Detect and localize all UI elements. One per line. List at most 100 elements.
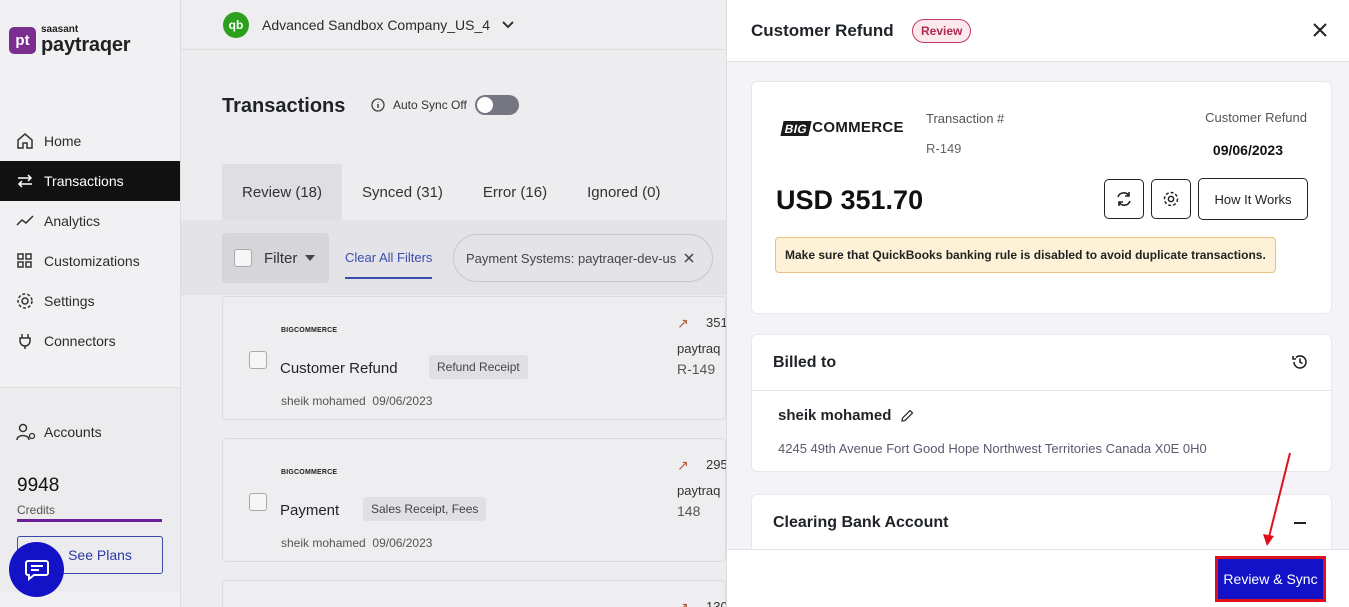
filter-chip: Payment Systems: paytraqer-dev-us (453, 234, 713, 282)
card-meta: sheik mohamed 09/06/2023 (281, 394, 432, 408)
how-it-works-button[interactable]: How It Works (1198, 178, 1308, 220)
edit-icon[interactable] (900, 409, 914, 423)
transaction-card[interactable]: BIGCOMMERCE Payment Sales Receipt, Fees … (222, 438, 728, 562)
customer-name-text: sheik mohamed (778, 407, 892, 424)
bigcommerce-logo: BIGCOMMERCE (281, 327, 338, 334)
card-amount: 351 (706, 315, 728, 330)
credits-value: 9948 (17, 475, 60, 496)
logo-rest: COMMERCE (812, 119, 904, 136)
tab-review[interactable]: Review (18) (222, 164, 343, 220)
sidebar-item-home[interactable]: Home (0, 121, 180, 161)
arrow-up-right-icon: ↗ (677, 599, 689, 607)
app-logo[interactable]: pt saasant paytraqer (9, 25, 131, 56)
sidebar-item-transactions[interactable]: Transactions (0, 161, 180, 201)
row-checkbox[interactable] (249, 493, 267, 511)
sidebar-nav: Home Transactions Analytics Customizatio… (0, 121, 180, 361)
bigcommerce-logo: BIG COMMERCE (780, 119, 904, 136)
select-all-checkbox[interactable] (234, 249, 252, 267)
filter-bar: Filter Clear All Filters Payment Systems… (181, 220, 726, 295)
quickbooks-logo: qb (223, 12, 249, 38)
auto-sync-toggle[interactable] (474, 95, 519, 115)
arrow-up-right-icon: ↗ (677, 315, 689, 331)
clearing-account-card: Clearing Bank Account (751, 494, 1332, 554)
card-meta: sheik mohamed 09/06/2023 (281, 536, 432, 550)
filter-button[interactable]: Filter (222, 233, 329, 283)
arrows-icon (16, 172, 36, 190)
card-date: 09/06/2023 (372, 536, 433, 550)
sidebar-item-label: Home (44, 133, 82, 149)
card-date: 09/06/2023 (372, 394, 433, 408)
close-panel-button[interactable] (1311, 21, 1329, 39)
card-amount: 130 (706, 599, 728, 607)
sidebar-item-label: Transactions (44, 173, 124, 189)
refresh-icon (1115, 190, 1133, 208)
review-sync-button[interactable]: Review & Sync (1215, 556, 1326, 602)
sidebar-item-customizations[interactable]: Customizations (0, 241, 180, 281)
refresh-button[interactable] (1104, 179, 1144, 219)
card-title: Customer Refund (280, 360, 398, 377)
gear-icon (16, 292, 36, 310)
transaction-amount: USD 351.70 (776, 185, 924, 215)
transaction-number-value: R-149 (926, 141, 962, 156)
card-system: paytraq (677, 483, 721, 498)
user-gear-icon (16, 422, 36, 442)
chat-icon (24, 559, 49, 581)
divider (752, 390, 1331, 391)
sidebar-item-connectors[interactable]: Connectors (0, 321, 180, 361)
logo-big-text: paytraqer (41, 34, 131, 56)
top-bar: qb Advanced Sandbox Company_US_4 (181, 0, 726, 50)
tab-synced[interactable]: Synced (31) (342, 164, 463, 220)
billed-to-card: Billed to sheik mohamed 4245 49th Avenue… (751, 334, 1332, 472)
chat-button[interactable] (9, 542, 64, 597)
tab-error[interactable]: Error (16) (463, 164, 567, 220)
home-icon (16, 132, 36, 150)
transaction-card[interactable]: ↗ 130 (222, 580, 728, 607)
transaction-type-label: Customer Refund (1205, 110, 1307, 125)
clear-filters-link[interactable]: Clear All Filters (345, 250, 433, 279)
transaction-number-label: Transaction # (926, 111, 1005, 126)
collapse-icon[interactable] (1293, 521, 1307, 525)
sidebar-item-label: Connectors (44, 333, 116, 349)
transaction-card[interactable]: BIGCOMMERCE Customer Refund Refund Recei… (222, 296, 728, 420)
status-badge: Review (912, 19, 972, 43)
card-system: paytraq (677, 341, 721, 356)
history-icon[interactable] (1291, 353, 1309, 371)
warning-banner: Make sure that QuickBooks banking rule i… (775, 237, 1276, 273)
row-checkbox[interactable] (249, 351, 267, 369)
panel-header: Customer Refund Review (727, 0, 1349, 62)
info-icon[interactable] (371, 98, 385, 112)
chevron-down-icon (502, 21, 514, 29)
card-user: sheik mohamed (281, 536, 366, 550)
card-title: Payment (280, 502, 340, 519)
billed-to-title: Billed to (773, 354, 837, 371)
sidebar-item-accounts[interactable]: Accounts (16, 422, 102, 442)
close-icon (1311, 21, 1329, 39)
sidebar-item-label: Settings (44, 293, 95, 309)
logo-tag: BIG (780, 121, 812, 136)
sidebar-item-settings[interactable]: Settings (0, 281, 180, 321)
panel-title: Customer Refund (751, 21, 894, 40)
summary-card: BIG COMMERCE Transaction # R-149 Custome… (751, 81, 1332, 314)
card-ref: 148 (677, 503, 701, 519)
logo-mark: pt (9, 26, 36, 54)
caret-down-icon (305, 255, 316, 261)
settings-button[interactable] (1151, 179, 1191, 219)
close-icon[interactable] (684, 253, 694, 263)
bigcommerce-logo: BIGCOMMERCE (281, 469, 338, 476)
company-name: Advanced Sandbox Company_US_4 (262, 17, 491, 33)
sidebar-item-analytics[interactable]: Analytics (0, 201, 180, 241)
sidebar: pt saasant paytraqer Home Transactions A… (0, 0, 181, 607)
card-ref: R-149 (677, 361, 716, 377)
grid-icon (16, 252, 36, 270)
filter-label: Filter (264, 249, 298, 267)
clearing-account-title: Clearing Bank Account (773, 514, 949, 531)
transaction-date: 09/06/2023 (1212, 142, 1283, 158)
company-selector[interactable]: qb Advanced Sandbox Company_US_4 (223, 12, 514, 38)
filter-chip-label: Payment Systems: paytraqer-dev-us (466, 250, 677, 266)
card-tag: Refund Receipt (429, 355, 528, 379)
gear-icon (1162, 190, 1180, 208)
sidebar-item-label: Analytics (44, 213, 101, 229)
customer-name: sheik mohamed (778, 407, 914, 424)
tab-ignored[interactable]: Ignored (0) (567, 164, 680, 220)
card-tag: Sales Receipt, Fees (363, 497, 487, 521)
